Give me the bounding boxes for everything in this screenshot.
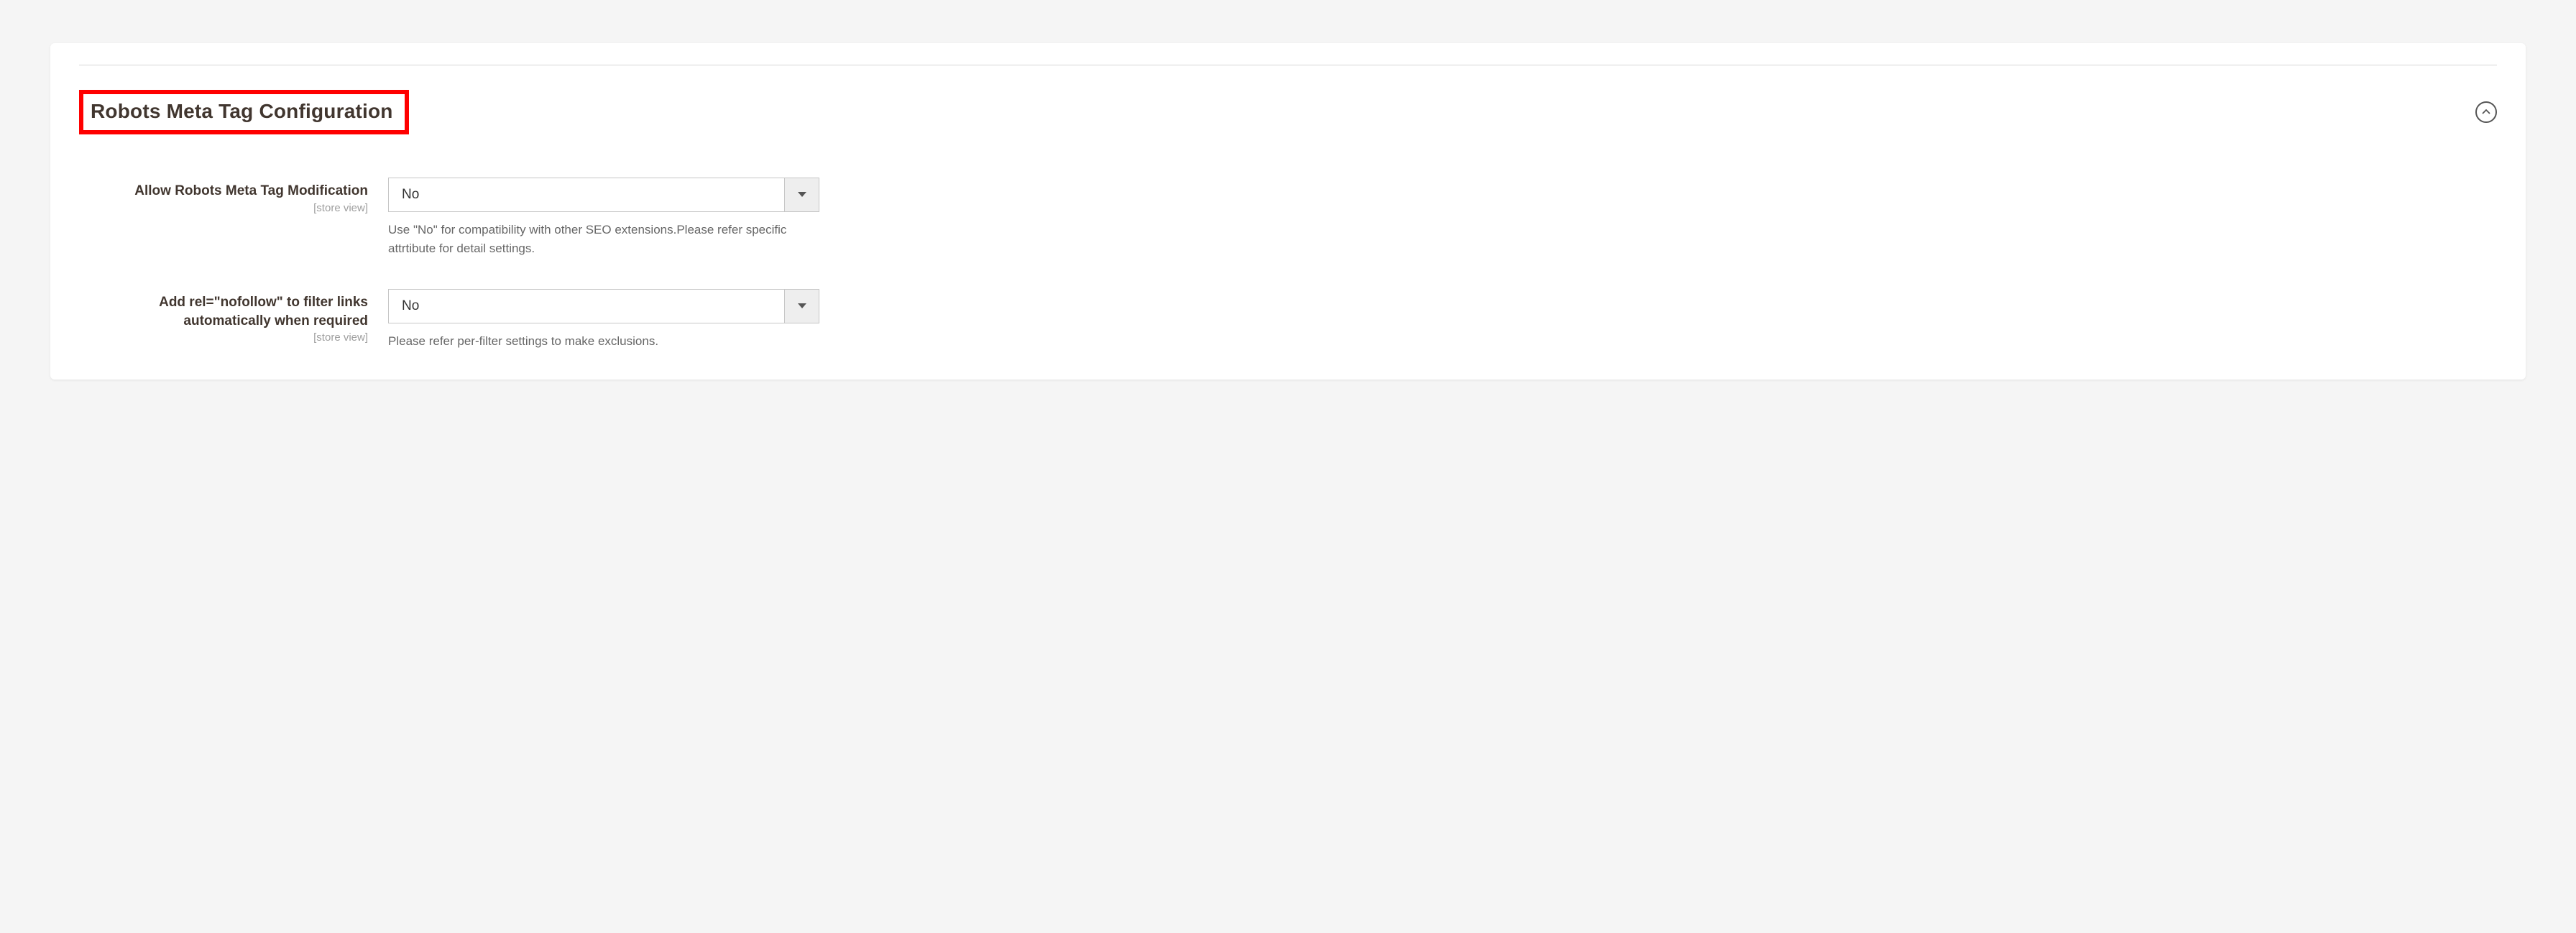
field-label-column: Add rel="nofollow" to filter links autom… bbox=[79, 289, 388, 344]
field-allow-robots-modification: Allow Robots Meta Tag Modification [stor… bbox=[79, 178, 2497, 257]
field-nofollow-links: Add rel="nofollow" to filter links autom… bbox=[79, 289, 2497, 351]
nofollow-select[interactable]: No bbox=[388, 289, 819, 323]
chevron-down-icon bbox=[798, 192, 806, 198]
field-label-column: Allow Robots Meta Tag Modification [stor… bbox=[79, 178, 388, 214]
collapse-toggle[interactable] bbox=[2475, 101, 2497, 123]
chevron-up-icon bbox=[2482, 109, 2490, 116]
field-control-column: No Use "No" for compatibility with other… bbox=[388, 178, 819, 257]
config-panel: Robots Meta Tag Configuration Allow Robo… bbox=[50, 43, 2526, 380]
field-label: Add rel="nofollow" to filter links autom… bbox=[79, 293, 368, 330]
field-scope: [store view] bbox=[79, 202, 368, 214]
field-scope: [store view] bbox=[79, 331, 368, 344]
chevron-down-icon bbox=[798, 303, 806, 309]
field-hint: Please refer per-filter settings to make… bbox=[388, 332, 819, 351]
field-label: Allow Robots Meta Tag Modification bbox=[79, 182, 368, 201]
section-title-highlight: Robots Meta Tag Configuration bbox=[79, 90, 409, 134]
allow-robots-select[interactable]: No bbox=[388, 178, 819, 212]
dropdown-arrow bbox=[784, 178, 819, 211]
field-control-column: No Please refer per-filter settings to m… bbox=[388, 289, 819, 351]
select-value: No bbox=[389, 178, 784, 211]
dropdown-arrow bbox=[784, 290, 819, 323]
field-hint: Use "No" for compatibility with other SE… bbox=[388, 221, 819, 257]
section-header: Robots Meta Tag Configuration bbox=[79, 90, 2497, 134]
section-title: Robots Meta Tag Configuration bbox=[91, 100, 393, 123]
select-value: No bbox=[389, 290, 784, 323]
